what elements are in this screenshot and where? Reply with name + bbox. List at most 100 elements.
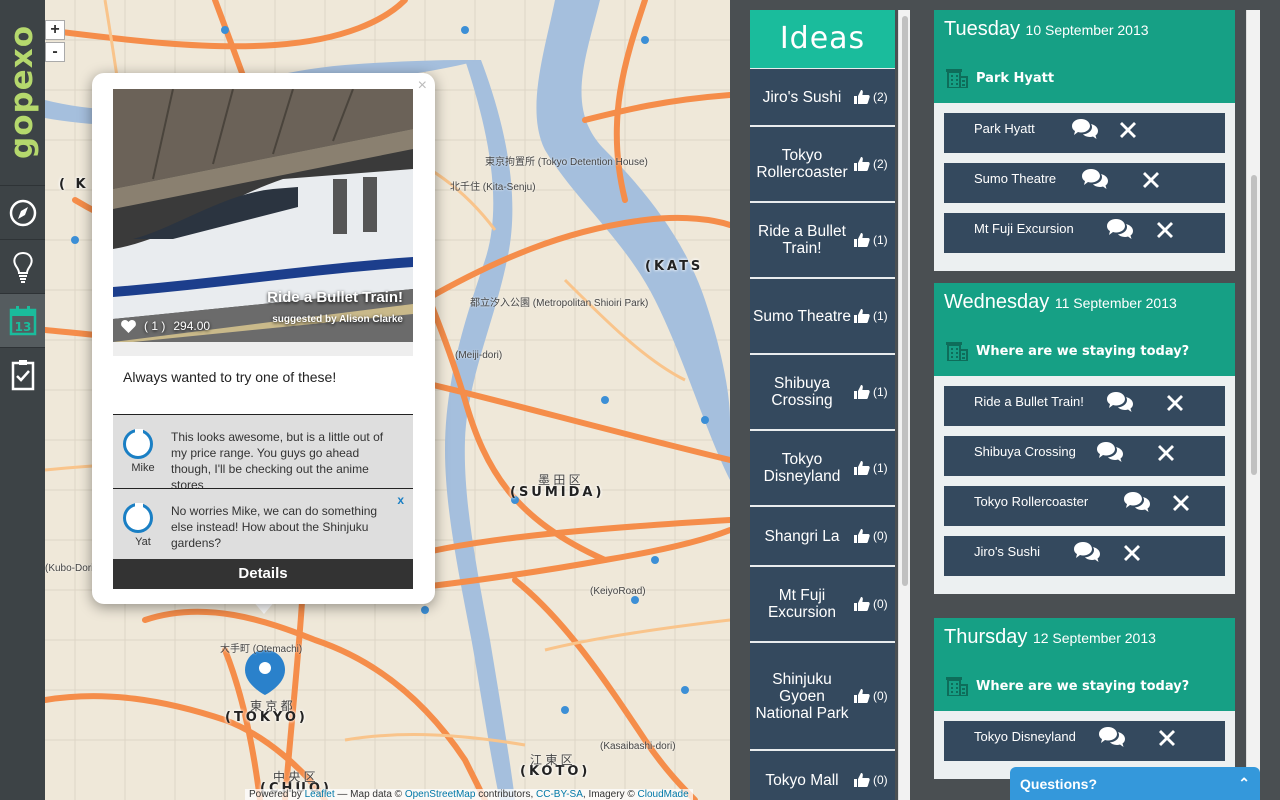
day-name: Thursday	[944, 626, 1028, 648]
app-logo[interactable]: gopexo	[0, 0, 45, 185]
itinerary-activity[interactable]: Tokyo Rollercoaster	[944, 486, 1225, 526]
comments-icon[interactable]	[1082, 169, 1108, 189]
comments-icon[interactable]	[1124, 492, 1150, 512]
ideas-scrollbar[interactable]	[898, 10, 910, 800]
hotel-icon	[946, 677, 968, 696]
thumbs-up-icon[interactable]	[854, 233, 870, 247]
chevron-up-icon[interactable]: ⌃	[1238, 775, 1250, 792]
map-label-otemachi: 大手町 (Otemachi)	[220, 644, 303, 655]
idea-card[interactable]: Tokyo Mall (0)	[750, 751, 895, 800]
remove-icon[interactable]	[1158, 729, 1176, 747]
questions-widget[interactable]: Questions? ⌃	[1010, 767, 1260, 800]
accommodation-selector[interactable]: Where are we staying today?	[946, 341, 1189, 361]
checklist-nav-button[interactable]	[0, 347, 45, 401]
thumbs-up-icon[interactable]	[854, 529, 870, 543]
delete-comment-button[interactable]: x	[397, 493, 404, 507]
remove-icon[interactable]	[1119, 121, 1137, 139]
comment-author: Yat	[135, 536, 151, 548]
itinerary-activity[interactable]: Mt Fuji Excursion	[944, 213, 1225, 253]
ideas-nav-button[interactable]	[0, 239, 45, 293]
map-label-sumida-jp: 墨 田 区	[538, 473, 581, 487]
map-label-meiji: (Meiji-dori)	[455, 350, 503, 361]
idea-card[interactable]: Shibuya Crossing (1)	[750, 355, 895, 429]
popup-close-button[interactable]: ×	[418, 77, 427, 95]
activity-name: Sumo Theatre	[974, 171, 1057, 186]
idea-name: Shibuya Crossing	[771, 375, 833, 409]
comments-icon[interactable]	[1099, 727, 1125, 747]
thumbs-up-icon[interactable]	[854, 689, 870, 703]
accommodation-selector[interactable]: Park Hyatt	[946, 68, 1054, 88]
idea-card[interactable]: Shinjuku Gyoen National Park (0)	[750, 643, 895, 749]
idea-card[interactable]: Tokyo Rollercoaster (2)	[750, 127, 895, 201]
idea-name: Tokyo Rollercoaster	[756, 147, 848, 181]
remove-icon[interactable]	[1142, 171, 1160, 189]
comments-icon[interactable]	[1107, 392, 1133, 412]
thumbs-up-icon[interactable]	[854, 597, 870, 611]
itinerary-activity[interactable]: Tokyo Disneyland	[944, 721, 1225, 761]
idea-like-count: (0)	[873, 773, 888, 787]
accommodation-label: Where are we staying today?	[976, 678, 1190, 694]
comments-icon[interactable]	[1097, 442, 1123, 462]
idea-popup: × Ride a Bullet Train! suggested by Alis…	[92, 73, 435, 604]
itinerary-activity[interactable]: Park Hyatt	[944, 113, 1225, 153]
zoom-in-button[interactable]: +	[45, 20, 65, 40]
accommodation-selector[interactable]: Where are we staying today?	[946, 676, 1189, 696]
calendar-day-label: 13	[14, 320, 31, 334]
itinerary-panel: Tuesday 10 September 2013 Park Hyatt Park …	[934, 10, 1235, 800]
idea-card[interactable]: Sumo Theatre (1)	[750, 279, 895, 353]
clipboard-check-icon	[11, 359, 34, 390]
user-avatar-icon	[123, 503, 153, 533]
idea-like-count: (1)	[873, 309, 888, 323]
openstreetmap-link[interactable]: OpenStreetMap	[405, 789, 476, 800]
heart-icon[interactable]	[121, 319, 136, 333]
thumbs-up-icon[interactable]	[854, 309, 870, 323]
itinerary-activity[interactable]: Jiro's Sushi	[944, 536, 1225, 576]
leaflet-link[interactable]: Leaflet	[305, 789, 335, 800]
idea-price: 294.00	[173, 319, 211, 333]
day-name: Tuesday	[944, 18, 1020, 40]
map-label-chuo-jp: 中 央 区	[273, 770, 316, 784]
thumbs-up-icon[interactable]	[854, 461, 870, 475]
map-label-detention: 東京拘置所 (Tokyo Detention House)	[485, 157, 648, 168]
calendar-nav-button[interactable]: 13	[0, 293, 45, 347]
remove-icon[interactable]	[1157, 444, 1175, 462]
itinerary-activity[interactable]: Shibuya Crossing	[944, 436, 1225, 476]
idea-card[interactable]: Ride a Bullet Train! (1)	[750, 203, 895, 277]
remove-icon[interactable]	[1156, 221, 1174, 239]
cloudmade-link[interactable]: CloudMade	[638, 789, 689, 800]
thumbs-up-icon[interactable]	[854, 90, 870, 104]
itinerary-scrollbar[interactable]	[1246, 10, 1260, 800]
activity-name: Shibuya Crossing	[974, 444, 1076, 459]
idea-like-count: (1)	[873, 233, 888, 247]
thumbs-up-icon[interactable]	[854, 157, 870, 171]
remove-icon[interactable]	[1172, 494, 1190, 512]
thumbs-up-icon[interactable]	[854, 773, 870, 787]
activity-name: Tokyo Disneyland	[974, 729, 1076, 744]
map-attribution: Powered by Leaflet — Map data © OpenStre…	[245, 789, 693, 800]
idea-card[interactable]: Jiro's Sushi (2)	[750, 69, 895, 125]
license-link[interactable]: CC-BY-SA	[536, 789, 583, 800]
itinerary-activity[interactable]: Ride a Bullet Train!	[944, 386, 1225, 426]
explore-nav-button[interactable]	[0, 185, 45, 239]
activity-name: Jiro's Sushi	[974, 544, 1041, 559]
zoom-out-button[interactable]: -	[45, 42, 65, 62]
remove-icon[interactable]	[1123, 544, 1141, 562]
day-date: 12 September 2013	[1032, 630, 1156, 646]
comments-icon[interactable]	[1072, 119, 1098, 139]
idea-card[interactable]: Mt Fuji Excursion (0)	[750, 567, 895, 641]
details-button[interactable]: Details	[113, 559, 413, 589]
idea-card[interactable]: Shangri La (0)	[750, 507, 895, 565]
idea-name: Sumo Theatre	[753, 307, 851, 325]
day-card: Wednesday 11 September 2013 Where are we …	[934, 283, 1235, 594]
idea-card[interactable]: Tokyo Disneyland (1)	[750, 431, 895, 505]
idea-like-count: (2)	[873, 157, 888, 171]
comment-author: Mike	[131, 462, 155, 474]
idea-name: Tokyo Mall	[765, 771, 839, 789]
thumbs-up-icon[interactable]	[854, 385, 870, 399]
comments-icon[interactable]	[1074, 542, 1100, 562]
itinerary-activity[interactable]: Sumo Theatre	[944, 163, 1225, 203]
remove-icon[interactable]	[1166, 394, 1184, 412]
comments-icon[interactable]	[1107, 219, 1133, 239]
activity-name: Mt Fuji Excursion	[974, 221, 1074, 236]
idea-name: Tokyo Disneyland	[763, 451, 841, 485]
